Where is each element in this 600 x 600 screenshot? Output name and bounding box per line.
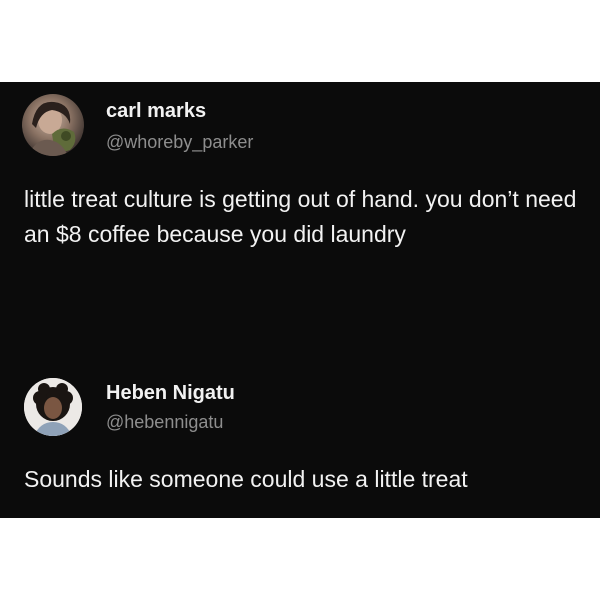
- user-avatar-photo-icon: [28, 101, 76, 156]
- user-handle[interactable]: @hebennigatu: [106, 412, 223, 433]
- user-handle[interactable]: @whoreby_parker: [106, 132, 253, 153]
- tweet-text: Sounds like someone could use a little t…: [24, 466, 468, 492]
- display-name[interactable]: carl marks: [106, 100, 206, 123]
- display-name[interactable]: Heben Nigatu: [106, 382, 235, 405]
- user-avatar-photo-icon: [24, 378, 82, 436]
- tweet-text: little treat culture is getting out of h…: [24, 186, 577, 247]
- avatar[interactable]: [24, 378, 82, 436]
- avatar[interactable]: [22, 94, 84, 156]
- tweet-screenshot: carl marks @whoreby_parker little treat …: [0, 82, 600, 518]
